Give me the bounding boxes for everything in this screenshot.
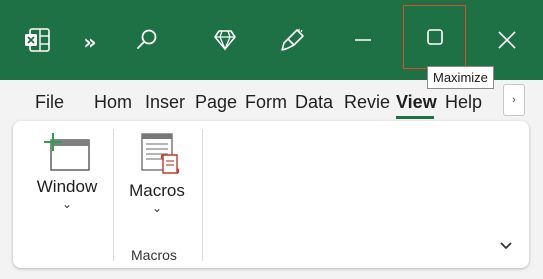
group-label-macros: Macros xyxy=(131,247,177,263)
new-window-icon xyxy=(44,133,90,171)
diamond-icon[interactable] xyxy=(202,0,248,80)
tab-page-layout[interactable]: Page xyxy=(195,90,239,114)
window-button[interactable]: Window ⌄ xyxy=(31,131,103,211)
ribbon-panel: Window ⌄ Macros ⌄ Macros xyxy=(13,121,529,268)
chevron-down-icon: ⌄ xyxy=(151,201,163,215)
tab-insert[interactable]: Inser xyxy=(145,90,190,114)
tab-review[interactable]: Revie xyxy=(344,90,392,114)
brush-icon[interactable] xyxy=(270,0,316,80)
tab-scroll-button[interactable]: › xyxy=(503,84,525,116)
excel-icon[interactable] xyxy=(14,0,60,80)
minimize-icon[interactable] xyxy=(340,0,386,80)
search-icon[interactable] xyxy=(124,0,170,80)
overflow-label: » xyxy=(83,30,97,54)
chevron-down-icon: ⌄ xyxy=(61,197,73,211)
macros-label: Macros xyxy=(129,181,185,200)
tab-view[interactable]: View xyxy=(396,90,440,114)
maximize-icon xyxy=(426,29,443,45)
collapse-ribbon-button[interactable] xyxy=(499,238,513,254)
macros-button[interactable]: Macros ⌄ xyxy=(125,131,189,215)
maximize-tooltip: Maximize xyxy=(427,66,494,89)
maximize-button[interactable] xyxy=(403,5,466,69)
group-divider xyxy=(202,129,203,261)
chevron-down-icon xyxy=(500,242,512,250)
tab-home[interactable]: Hom xyxy=(94,90,138,114)
overflow-chevrons-icon[interactable]: » xyxy=(72,0,108,82)
chevron-right-icon: › xyxy=(512,94,516,106)
active-tab-indicator xyxy=(396,116,434,119)
tab-file[interactable]: File xyxy=(35,90,69,114)
group-divider xyxy=(113,129,114,261)
window-label: Window xyxy=(36,177,98,196)
tab-help[interactable]: Help xyxy=(445,90,489,114)
macros-icon xyxy=(141,133,180,174)
tab-formulas[interactable]: Form xyxy=(245,90,289,114)
tab-data[interactable]: Data xyxy=(295,90,339,114)
